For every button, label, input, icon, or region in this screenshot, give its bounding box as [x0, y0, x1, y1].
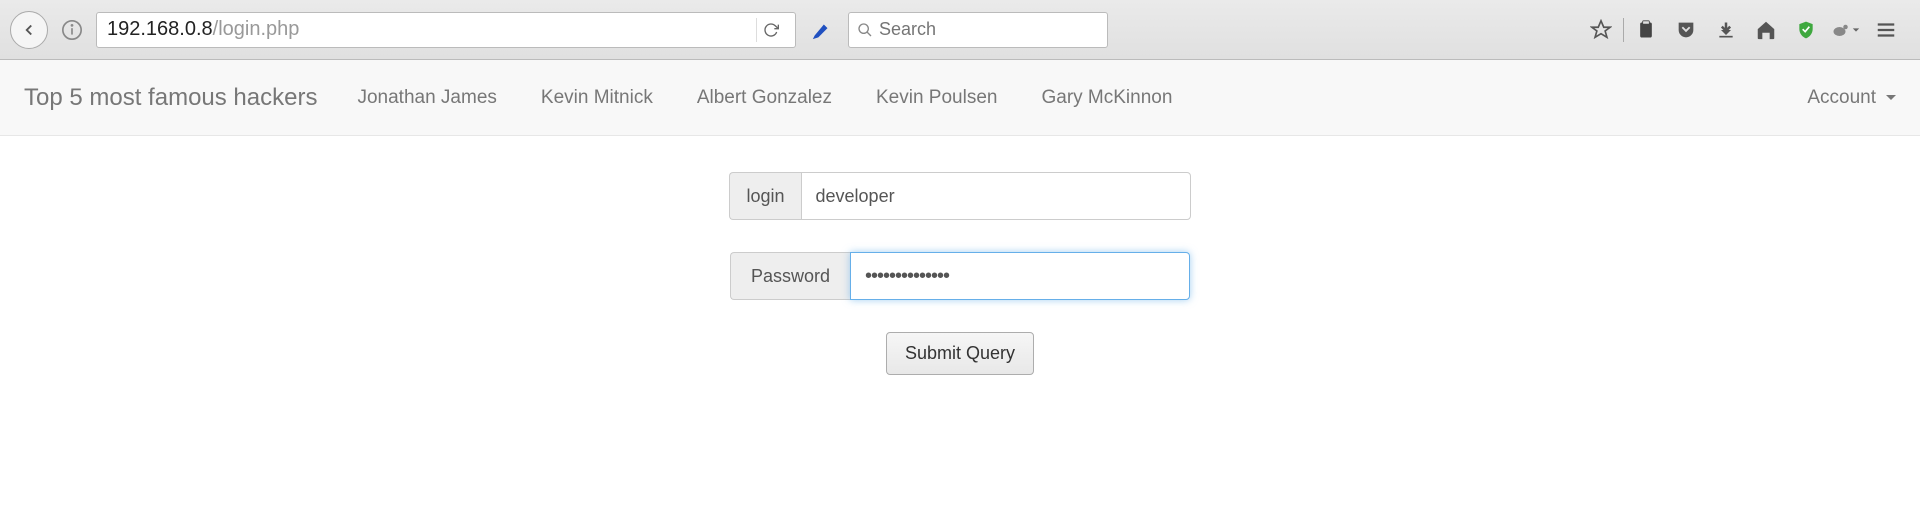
- password-label: Password: [730, 252, 850, 300]
- search-icon: [857, 22, 873, 38]
- navbar-link-gary-mckinnon[interactable]: Gary McKinnon: [1041, 87, 1172, 109]
- navbar-brand[interactable]: Top 5 most famous hackers: [24, 84, 317, 112]
- navbar-link-kevin-mitnick[interactable]: Kevin Mitnick: [541, 87, 653, 109]
- login-label: login: [729, 172, 800, 220]
- account-dropdown[interactable]: Account: [1807, 87, 1896, 109]
- reload-button[interactable]: [756, 18, 785, 42]
- pocket-icon[interactable]: [1668, 12, 1704, 48]
- url-bar[interactable]: 192.168.0.8/login.php: [96, 12, 796, 48]
- url-path: /login.php: [213, 18, 300, 40]
- navbar-links: Jonathan James Kevin Mitnick Albert Gonz…: [357, 87, 1172, 109]
- info-icon[interactable]: [58, 16, 86, 44]
- addon-icon[interactable]: [1828, 12, 1864, 48]
- navbar-link-jonathan-james[interactable]: Jonathan James: [357, 87, 496, 109]
- clipboard-icon[interactable]: [1628, 12, 1664, 48]
- page-navbar: Top 5 most famous hackers Jonathan James…: [0, 60, 1920, 136]
- password-input-group: Password: [730, 252, 1190, 300]
- login-form: login Password Submit Query: [0, 172, 1920, 375]
- extension-icon[interactable]: [808, 16, 836, 44]
- password-input[interactable]: [850, 252, 1190, 300]
- bookmark-icon[interactable]: [1583, 12, 1619, 48]
- dropdown-arrow-icon: [1852, 26, 1860, 34]
- login-input-group: login: [729, 172, 1190, 220]
- shield-icon[interactable]: [1788, 12, 1824, 48]
- toolbar-icons: [1583, 12, 1910, 48]
- search-input[interactable]: [879, 19, 1099, 40]
- submit-button[interactable]: Submit Query: [886, 332, 1034, 375]
- account-label: Account: [1807, 87, 1876, 109]
- login-input[interactable]: [801, 172, 1191, 220]
- home-icon[interactable]: [1748, 12, 1784, 48]
- paintbrush-icon: [811, 19, 833, 41]
- navbar-link-kevin-poulsen[interactable]: Kevin Poulsen: [876, 87, 997, 109]
- url-host: 192.168.0.8: [107, 18, 213, 40]
- menu-icon[interactable]: [1868, 12, 1904, 48]
- navbar-link-albert-gonzalez[interactable]: Albert Gonzalez: [697, 87, 832, 109]
- toolbar-divider: [1623, 18, 1624, 42]
- back-button[interactable]: [10, 11, 48, 49]
- caret-down-icon: [1886, 95, 1896, 100]
- browser-toolbar: 192.168.0.8/login.php: [0, 0, 1920, 60]
- download-icon[interactable]: [1708, 12, 1744, 48]
- search-bar[interactable]: [848, 12, 1108, 48]
- arrow-left-icon: [20, 21, 38, 39]
